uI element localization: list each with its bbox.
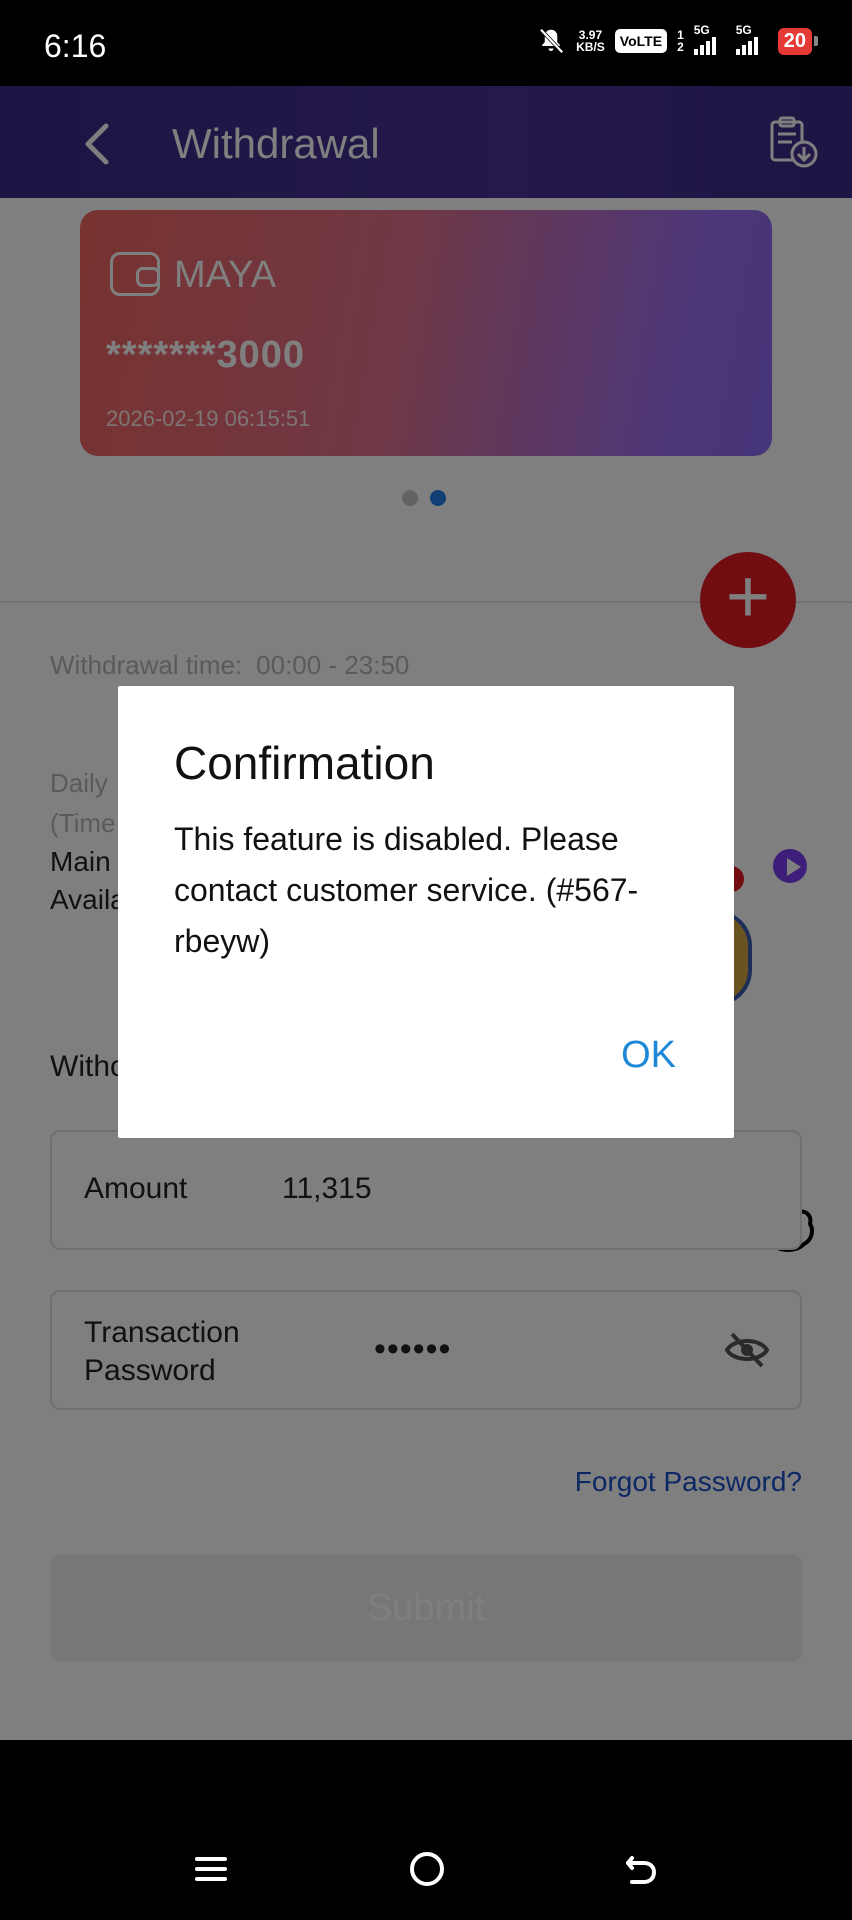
net-speed: 3.97 KB/S [576, 29, 605, 53]
net-speed-unit: KB/S [576, 40, 605, 54]
mute-bell-icon [539, 28, 564, 54]
signal-icon: 5G [735, 23, 768, 55]
sim-labels: 1 2 [677, 29, 684, 53]
network-type-2: 5G [735, 23, 752, 37]
status-time: 6:16 [44, 28, 107, 64]
dialog-message: This feature is disabled. Please contact… [174, 821, 639, 959]
signal-icon: 5G [693, 23, 726, 55]
system-nav-bar [0, 1740, 852, 1920]
ok-button[interactable]: OK [621, 1034, 676, 1077]
volte-badge: VoLTE [614, 29, 668, 53]
status-bar: 6:16 3.97 KB/S VoLTE 1 2 5G 5G 20 [0, 0, 852, 86]
home-icon[interactable] [408, 1850, 446, 1888]
status-icons: 3.97 KB/S VoLTE 1 2 5G 5G 20 [536, 23, 819, 56]
battery-icon: 20 [777, 27, 819, 55]
network-type-1: 5G [693, 23, 710, 37]
confirmation-dialog: Confirmation This feature is disabled. P… [118, 686, 734, 1138]
sim-label-2: 2 [677, 40, 684, 54]
menu-icon[interactable] [194, 1852, 228, 1886]
back-icon[interactable] [622, 1850, 660, 1888]
dialog-title: Confirmation [174, 737, 435, 789]
